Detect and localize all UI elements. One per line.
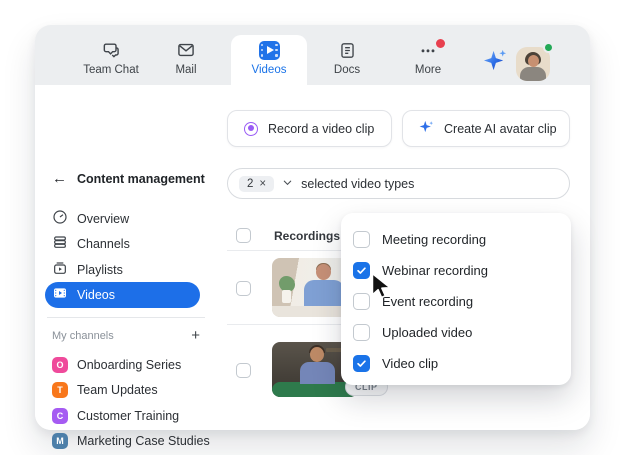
videos-icon: [259, 40, 280, 60]
filter-count: 2: [247, 178, 253, 190]
record-icon: [244, 122, 258, 136]
ai-companion-icon[interactable]: [482, 47, 509, 79]
chevron-down-icon: [282, 175, 293, 193]
option-video-clip[interactable]: Video clip: [353, 352, 559, 374]
option-meeting-recording[interactable]: Meeting recording: [353, 228, 559, 250]
sparkle-icon: [419, 119, 434, 139]
record-video-clip-button[interactable]: Record a video clip: [227, 110, 392, 147]
clear-filter-icon[interactable]: ×: [259, 178, 266, 190]
chat-icon: [101, 40, 121, 60]
tab-label: Mail: [175, 64, 196, 76]
checkbox[interactable]: [353, 262, 370, 279]
sidebar-item-label: Overview: [77, 212, 129, 226]
my-channels-label: My channels: [52, 330, 114, 342]
gauge-icon: [52, 209, 68, 230]
sidebar-item-channels[interactable]: Channels: [45, 231, 200, 257]
online-status-dot: [543, 42, 554, 53]
video-type-filter[interactable]: 2 × selected video types: [227, 168, 570, 199]
tab-mail[interactable]: Mail: [146, 40, 226, 76]
sidebar-item-label: Videos: [77, 288, 115, 302]
channel-marketing-case-studies[interactable]: M Marketing Case Studies: [52, 433, 210, 449]
create-ai-avatar-clip-button[interactable]: Create AI avatar clip: [402, 110, 570, 147]
app-window: Team Chat Mail Videos Docs More: [35, 25, 590, 430]
sidebar-item-label: Playlists: [77, 263, 123, 277]
channel-badge: C: [52, 408, 68, 424]
channel-team-updates[interactable]: T Team Updates: [52, 382, 158, 398]
row-checkbox[interactable]: [236, 363, 251, 378]
tab-docs[interactable]: Docs: [307, 40, 387, 76]
channel-label: Customer Training: [77, 409, 179, 423]
page-title: Content management: [77, 172, 205, 186]
filter-text: selected video types: [301, 177, 414, 191]
option-event-recording[interactable]: Event recording: [353, 290, 559, 312]
table-header: Recordings: [274, 229, 340, 243]
tab-label: More: [415, 64, 441, 76]
checkbox[interactable]: [353, 293, 370, 310]
videos-icon: [52, 285, 68, 306]
tab-label: Videos: [252, 64, 287, 76]
notification-dot: [436, 39, 445, 48]
channel-onboarding-series[interactable]: O Onboarding Series: [52, 357, 181, 373]
checkbox[interactable]: [353, 324, 370, 341]
checkbox[interactable]: [353, 355, 370, 372]
tab-label: Docs: [334, 64, 360, 76]
back-arrow-icon[interactable]: ←: [52, 171, 67, 186]
sidebar-item-videos[interactable]: Videos: [45, 282, 200, 308]
row-checkbox[interactable]: [236, 281, 251, 296]
docs-icon: [338, 40, 357, 60]
tab-videos[interactable]: Videos: [229, 40, 309, 76]
tab-label: Team Chat: [83, 64, 139, 76]
channel-badge: T: [52, 382, 68, 398]
channel-badge: O: [52, 357, 68, 373]
filter-count-chip: 2 ×: [239, 176, 274, 192]
channel-customer-training[interactable]: C Customer Training: [52, 408, 179, 424]
sidebar-divider: [47, 317, 205, 318]
top-tab-bar: Team Chat Mail Videos Docs More: [35, 25, 590, 85]
channel-badge: M: [52, 433, 68, 449]
checkbox[interactable]: [353, 231, 370, 248]
tab-team-chat[interactable]: Team Chat: [71, 40, 151, 76]
add-channel-button[interactable]: +: [191, 328, 200, 343]
playlist-icon: [52, 260, 68, 281]
tab-more[interactable]: More: [388, 40, 468, 76]
mail-icon: [176, 40, 196, 60]
sidebar-item-overview[interactable]: Overview: [45, 206, 200, 232]
channel-label: Team Updates: [77, 383, 158, 397]
sidebar-item-label: Channels: [77, 237, 130, 251]
option-uploaded-video[interactable]: Uploaded video: [353, 321, 559, 343]
channel-label: Onboarding Series: [77, 358, 181, 372]
channel-label: Marketing Case Studies: [77, 434, 210, 448]
stack-icon: [52, 234, 68, 255]
select-all-checkbox[interactable]: [236, 228, 251, 243]
sidebar-item-playlists[interactable]: Playlists: [45, 257, 200, 283]
video-type-dropdown: Meeting recording Webinar recording Even…: [341, 213, 571, 385]
option-webinar-recording[interactable]: Webinar recording: [353, 259, 559, 281]
more-icon: [418, 40, 438, 60]
